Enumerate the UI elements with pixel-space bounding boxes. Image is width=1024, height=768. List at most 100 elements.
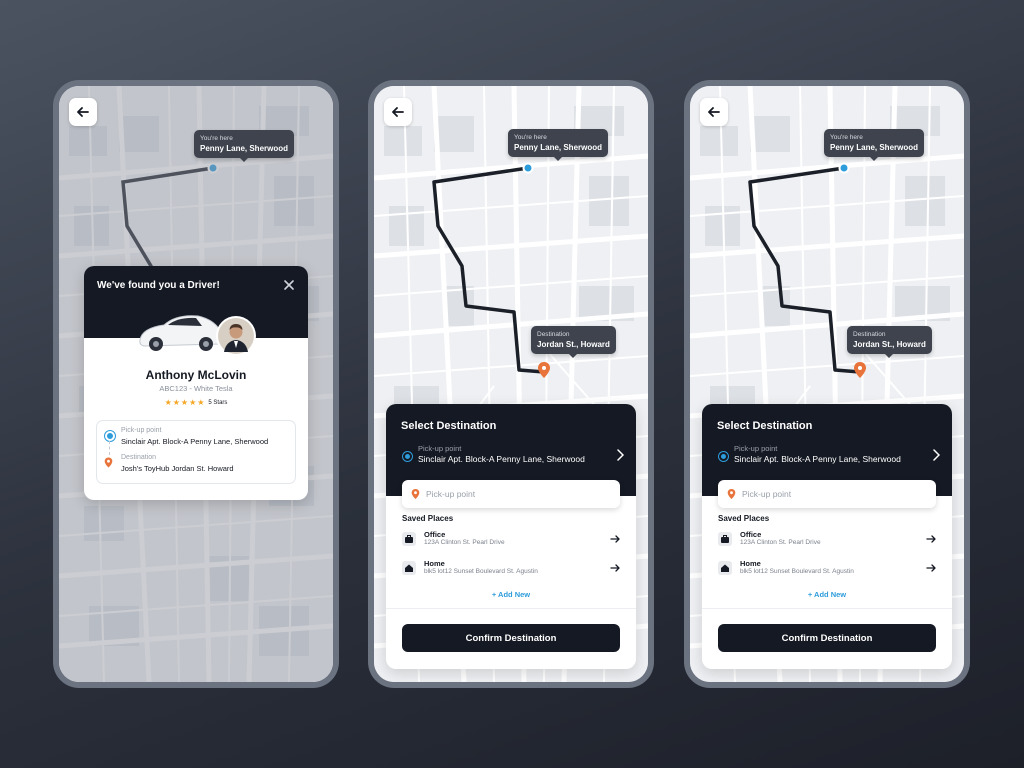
- location-pin-icon: [104, 457, 113, 468]
- add-new-link[interactable]: + Add New: [702, 590, 952, 599]
- panel-title: Select Destination: [717, 420, 813, 432]
- briefcase-icon: [402, 532, 416, 546]
- panel-title: Select Destination: [401, 420, 497, 432]
- divider: [386, 608, 636, 609]
- pickup-value: Sinclair Apt. Block-A Penny Lane, Sherwo…: [418, 454, 585, 464]
- pickup-label: Pick-up point: [734, 444, 778, 453]
- pickup-label: Pick-up point: [121, 427, 162, 434]
- phone-select-destination: You're here Penny Lane, Sherwood Destina…: [368, 80, 654, 688]
- add-new-link[interactable]: + Add New: [386, 590, 636, 599]
- place-address: 123A Clinton St. Pearl Drive: [424, 539, 505, 546]
- start-bubble: You're here Penny Lane, Sherwood: [508, 129, 609, 161]
- pickup-value: Sinclair Apt. Block-A Penny Lane, Sherwo…: [734, 454, 901, 464]
- star-icon: ★: [172, 398, 180, 407]
- place-name: Home: [740, 559, 761, 568]
- divider: [702, 608, 952, 609]
- home-icon: [718, 561, 732, 575]
- pickup-row[interactable]: Pick-up point Sinclair Apt. Block-A Penn…: [717, 444, 940, 470]
- saved-place-home[interactable]: Home blk5 lot12 Sunset Boulevard St. Agu…: [718, 557, 936, 579]
- home-icon: [402, 561, 416, 575]
- back-button[interactable]: [700, 98, 728, 126]
- car-details: ABC123 - White Tesla: [159, 384, 233, 393]
- saved-place-home[interactable]: Home blk5 lot12 Sunset Boulevard St. Agu…: [402, 557, 620, 579]
- place-name: Home: [424, 559, 445, 568]
- select-destination-panel: Select Destination Pick-up point Sinclai…: [702, 404, 952, 669]
- start-bubble-label: You're here: [830, 134, 863, 141]
- arrow-left-icon: [77, 107, 89, 117]
- place-address: 123A Clinton St. Pearl Drive: [740, 539, 821, 546]
- place-name: Office: [424, 530, 446, 539]
- saved-places-title: Saved Places: [718, 514, 770, 523]
- briefcase-icon: [718, 532, 732, 546]
- destination-label: Destination: [121, 454, 157, 461]
- rating-text: 5 Stars: [208, 399, 228, 406]
- saved-place-office[interactable]: Office 123A Clinton St. Pearl Drive: [402, 528, 620, 550]
- rating: ★ ★ ★ ★ ★ 5 Stars: [84, 398, 308, 407]
- destination-bubble-label: Destination: [853, 331, 886, 338]
- start-bubble-place: Penny Lane, Sherwood: [514, 143, 603, 152]
- start-marker: [522, 162, 534, 174]
- pickup-row[interactable]: Pick-up point Sinclair Apt. Block-A Penn…: [401, 444, 624, 470]
- back-button[interactable]: [384, 98, 412, 126]
- arrow-right-icon: [610, 535, 620, 543]
- destination-bubble-label: Destination: [537, 331, 570, 338]
- driver-avatar: [216, 316, 256, 356]
- destination-value: Josh's ToyHub Jordan St. Howard: [121, 464, 234, 473]
- start-bubble: You're here Penny Lane, Sherwood: [824, 129, 925, 161]
- screen: You're here Penny Lane, Sherwood Destina…: [690, 86, 964, 682]
- start-bubble: You're here Penny Lane, Sherwood: [194, 130, 295, 162]
- saved-places-title: Saved Places: [402, 514, 454, 523]
- destination-bubble: Destination Jordan St., Howard: [847, 326, 932, 358]
- place-name: Office: [740, 530, 762, 539]
- avatar: [218, 318, 254, 354]
- pickup-input[interactable]: Pick-up point: [402, 480, 620, 508]
- start-bubble-place: Penny Lane, Sherwood: [830, 143, 919, 152]
- start-marker: [838, 162, 850, 174]
- location-pin-icon: [411, 489, 420, 499]
- place-address: blk5 lot12 Sunset Boulevard St. Agustin: [740, 568, 854, 575]
- pickup-label: Pick-up point: [418, 444, 462, 453]
- car-image: [139, 315, 224, 351]
- destination-bubble-place: Jordan St., Howard: [853, 340, 926, 349]
- star-icon: ★: [180, 398, 189, 407]
- star-icon: ★: [164, 398, 172, 407]
- driver-name: Anthony McLovin: [145, 368, 247, 382]
- arrow-right-icon: [610, 564, 620, 572]
- driver-found-card: We've found you a Driver! Anthony McLovi…: [84, 266, 308, 500]
- trip-details: Pick-up point Sinclair Apt. Block-A Penn…: [96, 420, 296, 484]
- confirm-destination-button[interactable]: Confirm Destination: [402, 624, 620, 652]
- pickup-input[interactable]: Pick-up point: [718, 480, 936, 508]
- star-icon: ★: [189, 398, 197, 407]
- saved-place-office[interactable]: Office 123A Clinton St. Pearl Drive: [718, 528, 936, 550]
- arrow-left-icon: [708, 107, 720, 117]
- pickup-input-placeholder: Pick-up point: [426, 489, 476, 499]
- close-icon: [284, 280, 294, 290]
- chevron-right-icon: [617, 449, 624, 461]
- close-button[interactable]: [282, 278, 296, 292]
- arrow-right-icon: [926, 535, 936, 543]
- pickup-dot-icon: [719, 452, 728, 461]
- chevron-right-icon: [933, 449, 940, 461]
- card-title: We've found you a Driver!: [97, 280, 220, 291]
- phone-select-destination-2: You're here Penny Lane, Sherwood Destina…: [684, 80, 970, 688]
- screen: You're here Penny Lane, Sherwood We've f…: [59, 86, 333, 682]
- start-bubble-label: You're here: [514, 134, 547, 141]
- pickup-dot-icon: [403, 452, 412, 461]
- destination-bubble: Destination Jordan St., Howard: [531, 326, 616, 358]
- screen: You're here Penny Lane, Sherwood Destina…: [374, 86, 648, 682]
- select-destination-panel: Select Destination Pick-up point Sinclai…: [386, 404, 636, 669]
- place-address: blk5 lot12 Sunset Boulevard St. Agustin: [424, 568, 538, 575]
- confirm-destination-button[interactable]: Confirm Destination: [718, 624, 936, 652]
- back-button[interactable]: [69, 98, 97, 126]
- phone-driver-found: You're here Penny Lane, Sherwood We've f…: [53, 80, 339, 688]
- pickup-input-placeholder: Pick-up point: [742, 489, 792, 499]
- trip-connector: [109, 441, 110, 455]
- arrow-left-icon: [392, 107, 404, 117]
- star-icon: ★: [197, 398, 205, 407]
- pickup-dot-icon: [105, 431, 115, 441]
- location-pin-icon: [727, 489, 736, 499]
- destination-bubble-place: Jordan St., Howard: [537, 340, 610, 349]
- start-bubble-label: You're here: [200, 135, 233, 142]
- arrow-right-icon: [926, 564, 936, 572]
- pickup-value: Sinclair Apt. Block-A Penny Lane, Sherwo…: [121, 437, 269, 446]
